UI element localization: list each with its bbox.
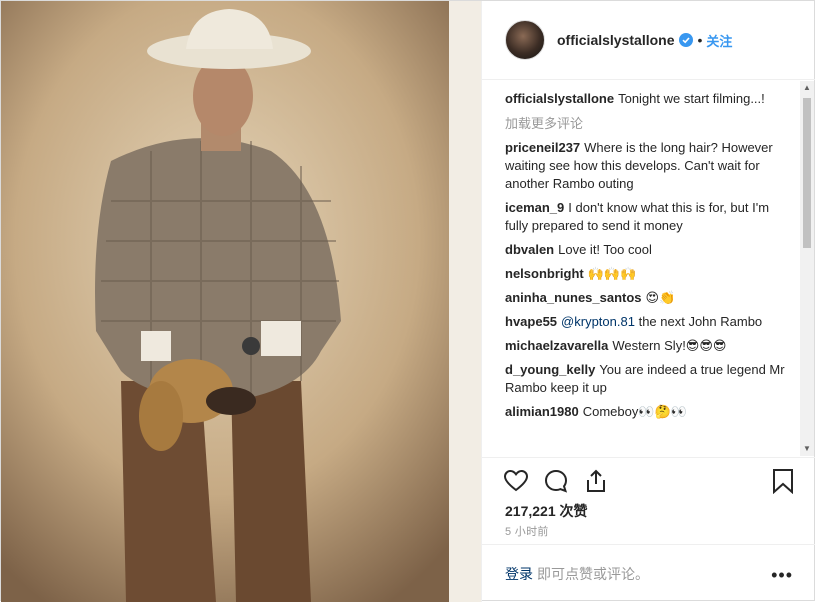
comment-mention-link[interactable]: @krypton.81 xyxy=(561,314,635,329)
comment-item: nelsonbright 🙌🙌🙌 xyxy=(505,265,795,283)
comment-text: the next John Rambo xyxy=(638,314,763,329)
share-icon[interactable] xyxy=(583,468,609,494)
comment-item: iceman_9 I don't know what this is for, b… xyxy=(505,199,795,235)
comment-item: priceneil237 Where is the long hair? Howe… xyxy=(505,139,795,193)
comment-text: Comeboy👀🤔👀 xyxy=(582,404,687,419)
comment-item: michaelzavarella Western Sly!😎😎😎 xyxy=(505,337,795,355)
post-header: officialslystallone • 关注 xyxy=(482,1,815,80)
login-prompt-bar: 登录 即可点赞或评论。 ••• xyxy=(482,544,815,602)
load-more-comments-link[interactable]: 加载更多评论 xyxy=(505,115,795,133)
post-image-illustration xyxy=(1,1,481,602)
post-modal: officialslystallone • 关注 officialslystal… xyxy=(0,0,815,602)
comment-item: dbvalen Love it! Too cool xyxy=(505,241,795,259)
heart-icon[interactable] xyxy=(503,468,529,494)
bookmark-icon[interactable] xyxy=(770,468,796,494)
comment-item: aninha_nunes_santos 😍👏 xyxy=(505,289,795,307)
more-dots-icon[interactable]: ••• xyxy=(771,566,793,584)
post-photo xyxy=(1,1,481,602)
comment-username[interactable]: alimian1980 xyxy=(505,404,579,419)
post-side-panel: officialslystallone • 关注 officialslystal… xyxy=(481,1,815,602)
caption-username[interactable]: officialslystallone xyxy=(505,91,614,106)
login-prompt-text: 即可点赞或评论。 xyxy=(537,565,649,582)
comment-username[interactable]: d_young_kelly xyxy=(505,362,595,377)
header-username[interactable]: officialslystallone xyxy=(557,32,674,48)
comment-item: hvape55 @krypton.81 the next John Rambo xyxy=(505,313,795,331)
comments-scrollbar[interactable]: ▲ ▼ xyxy=(800,81,814,456)
comment-text: Western Sly!😎😎😎 xyxy=(612,338,727,353)
post-timestamp[interactable]: 5 小时前 xyxy=(505,523,549,539)
comments-list: officialslystallone Tonight we start film… xyxy=(505,90,795,456)
likes-count[interactable]: 217,221 次赞 xyxy=(505,501,588,521)
comment-username[interactable]: iceman_9 xyxy=(505,200,564,215)
comment-item: d_young_kelly You are indeed a true legen… xyxy=(505,361,795,397)
scroll-down-arrow-icon[interactable]: ▼ xyxy=(800,442,814,456)
comment-username[interactable]: dbvalen xyxy=(505,242,554,257)
scrollbar-thumb[interactable] xyxy=(803,98,811,248)
comment-text: 🙌🙌🙌 xyxy=(587,266,637,281)
comment-username[interactable]: aninha_nunes_santos xyxy=(505,290,642,305)
comment-username[interactable]: michaelzavarella xyxy=(505,338,608,353)
caption-text: Tonight we start filming...! xyxy=(618,91,765,106)
separator-dot: • xyxy=(697,32,703,48)
post-actions-bar xyxy=(482,457,815,502)
comment-bubble-icon[interactable] xyxy=(543,468,569,494)
follow-button[interactable]: 关注 xyxy=(706,31,732,50)
caption: officialslystallone Tonight we start film… xyxy=(505,90,795,108)
comment-username[interactable]: priceneil237 xyxy=(505,140,580,155)
verified-badge-icon xyxy=(679,33,694,47)
comment-text: Love it! Too cool xyxy=(558,242,652,257)
login-link[interactable]: 登录 xyxy=(505,564,533,584)
comment-username[interactable]: hvape55 xyxy=(505,314,557,329)
scroll-up-arrow-icon[interactable]: ▲ xyxy=(800,81,814,95)
comment-username[interactable]: nelsonbright xyxy=(505,266,584,281)
comment-item: alimian1980 Comeboy👀🤔👀 xyxy=(505,403,795,421)
comment-text: 😍👏 xyxy=(645,290,676,305)
avatar[interactable] xyxy=(505,20,545,60)
